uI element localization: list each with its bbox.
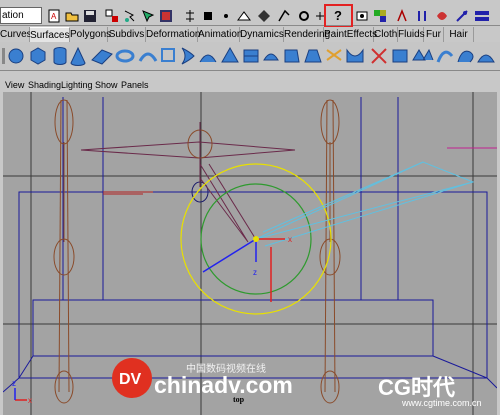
- highlight-box: [324, 4, 353, 28]
- snap-curve-icon[interactable]: [200, 7, 216, 24]
- tab-dynamics[interactable]: Dynamics: [240, 27, 284, 42]
- select-object-icon[interactable]: [122, 7, 138, 24]
- save-scene-icon[interactable]: [82, 7, 98, 24]
- untrim-icon[interactable]: [392, 49, 408, 63]
- manipulator: [180, 161, 475, 315]
- manip-x-label: x: [288, 235, 292, 244]
- axis-gizmo: [14, 388, 27, 401]
- red-markers: [103, 147, 497, 195]
- tab-surfaces[interactable]: Surfaces: [30, 27, 70, 42]
- make-live-icon[interactable]: [256, 7, 272, 24]
- cg-site: www.cgtime.com.cn: [402, 398, 482, 408]
- extrude-icon[interactable]: [221, 46, 239, 63]
- tab-curves[interactable]: Curves: [0, 27, 32, 42]
- manip-z-label: z: [253, 268, 257, 277]
- rebuild-icon[interactable]: [457, 50, 474, 63]
- open-scene-icon[interactable]: [64, 7, 80, 24]
- tab-subdivs[interactable]: Subdivs: [108, 27, 146, 42]
- attach-icon[interactable]: [412, 48, 434, 61]
- layer-editor-icon[interactable]: [474, 7, 490, 24]
- panel-menu-shading[interactable]: Shading: [28, 78, 61, 92]
- svg-text:A: A: [51, 12, 57, 21]
- plane-icon[interactable]: [91, 49, 113, 65]
- tool-settings-icon[interactable]: [454, 7, 470, 24]
- show-manipulator-icon[interactable]: [394, 7, 410, 24]
- tab-fur[interactable]: Fur: [424, 27, 444, 42]
- snap-grid-icon[interactable]: [182, 7, 198, 24]
- intersect-icon[interactable]: [346, 48, 364, 63]
- cube-icon[interactable]: [30, 47, 46, 65]
- status-line-toolbar: ation A ?: [0, 0, 500, 28]
- cylinder-icon[interactable]: [53, 47, 67, 65]
- attribute-editor-icon[interactable]: [434, 7, 450, 24]
- menu-set-dropdown[interactable]: ation: [0, 7, 42, 24]
- hypershade-icon[interactable]: [372, 7, 388, 24]
- select-hierarchy-icon[interactable]: [104, 7, 120, 24]
- revolve-icon[interactable]: [181, 47, 195, 65]
- torus-icon[interactable]: [115, 49, 135, 63]
- square-surface-icon[interactable]: [284, 49, 300, 63]
- reverse-icon[interactable]: [477, 54, 495, 63]
- dv-logo: DV: [110, 356, 154, 405]
- tab-cloth[interactable]: Cloth: [374, 27, 398, 42]
- torso-skeleton: [80, 122, 296, 243]
- tab-hair[interactable]: Hair: [444, 27, 474, 42]
- channel-box-icon[interactable]: [414, 7, 430, 24]
- new-scene-icon[interactable]: A: [46, 7, 62, 24]
- tab-fluids[interactable]: Fluids: [398, 27, 425, 42]
- render-current-frame-icon[interactable]: [296, 7, 312, 24]
- render-settings-icon[interactable]: [354, 7, 370, 24]
- project-curve-icon[interactable]: [326, 49, 342, 61]
- snap-view-plane-icon[interactable]: [236, 7, 252, 24]
- birail-icon[interactable]: [243, 49, 259, 63]
- shelf-icons: [0, 42, 500, 71]
- panel-menu-lighting[interactable]: Lighting: [61, 78, 93, 92]
- panel-menu-bar: View Shading Lighting Show Panels: [3, 78, 497, 92]
- panel-menu-view[interactable]: View: [5, 78, 24, 92]
- tab-polygons[interactable]: Polygons: [70, 27, 111, 42]
- gizmo-z-label: z: [12, 379, 16, 388]
- tab-rendering[interactable]: Rendering: [284, 27, 330, 42]
- shelf-icon-strip: [2, 46, 495, 66]
- watermark-site: chinadv.com: [154, 372, 293, 398]
- detach-icon[interactable]: [436, 50, 454, 63]
- trim-tool-icon[interactable]: [371, 48, 387, 64]
- square-curve-icon[interactable]: [161, 48, 175, 62]
- tab-painteffects[interactable]: PaintEffects: [324, 27, 377, 42]
- panel-menu-show[interactable]: Show: [95, 78, 118, 92]
- bevel-icon[interactable]: [304, 49, 322, 63]
- circle-curve-icon[interactable]: [138, 52, 158, 62]
- tab-deformation[interactable]: Deformation: [146, 27, 200, 42]
- boundary-icon[interactable]: [263, 53, 279, 61]
- wire-box: [3, 97, 497, 393]
- gizmo-x-label: x: [28, 396, 32, 405]
- sphere-icon[interactable]: [8, 48, 24, 64]
- left-leg-skeleton: [53, 99, 75, 404]
- shelf-tab-bar: Curves Surfaces Polygons Subdivs Deformation…: [0, 27, 500, 42]
- loft-icon[interactable]: [199, 54, 217, 63]
- select-by-type-icon[interactable]: [158, 7, 174, 24]
- cone-icon[interactable]: [70, 46, 86, 66]
- history-icon[interactable]: [276, 7, 292, 24]
- tab-animation[interactable]: Animation: [198, 27, 242, 42]
- dv-logo-text: DV: [119, 371, 142, 388]
- panel-menu-panels[interactable]: Panels: [121, 78, 149, 92]
- select-component-icon[interactable]: [140, 7, 156, 24]
- snap-point-icon[interactable]: [218, 7, 234, 24]
